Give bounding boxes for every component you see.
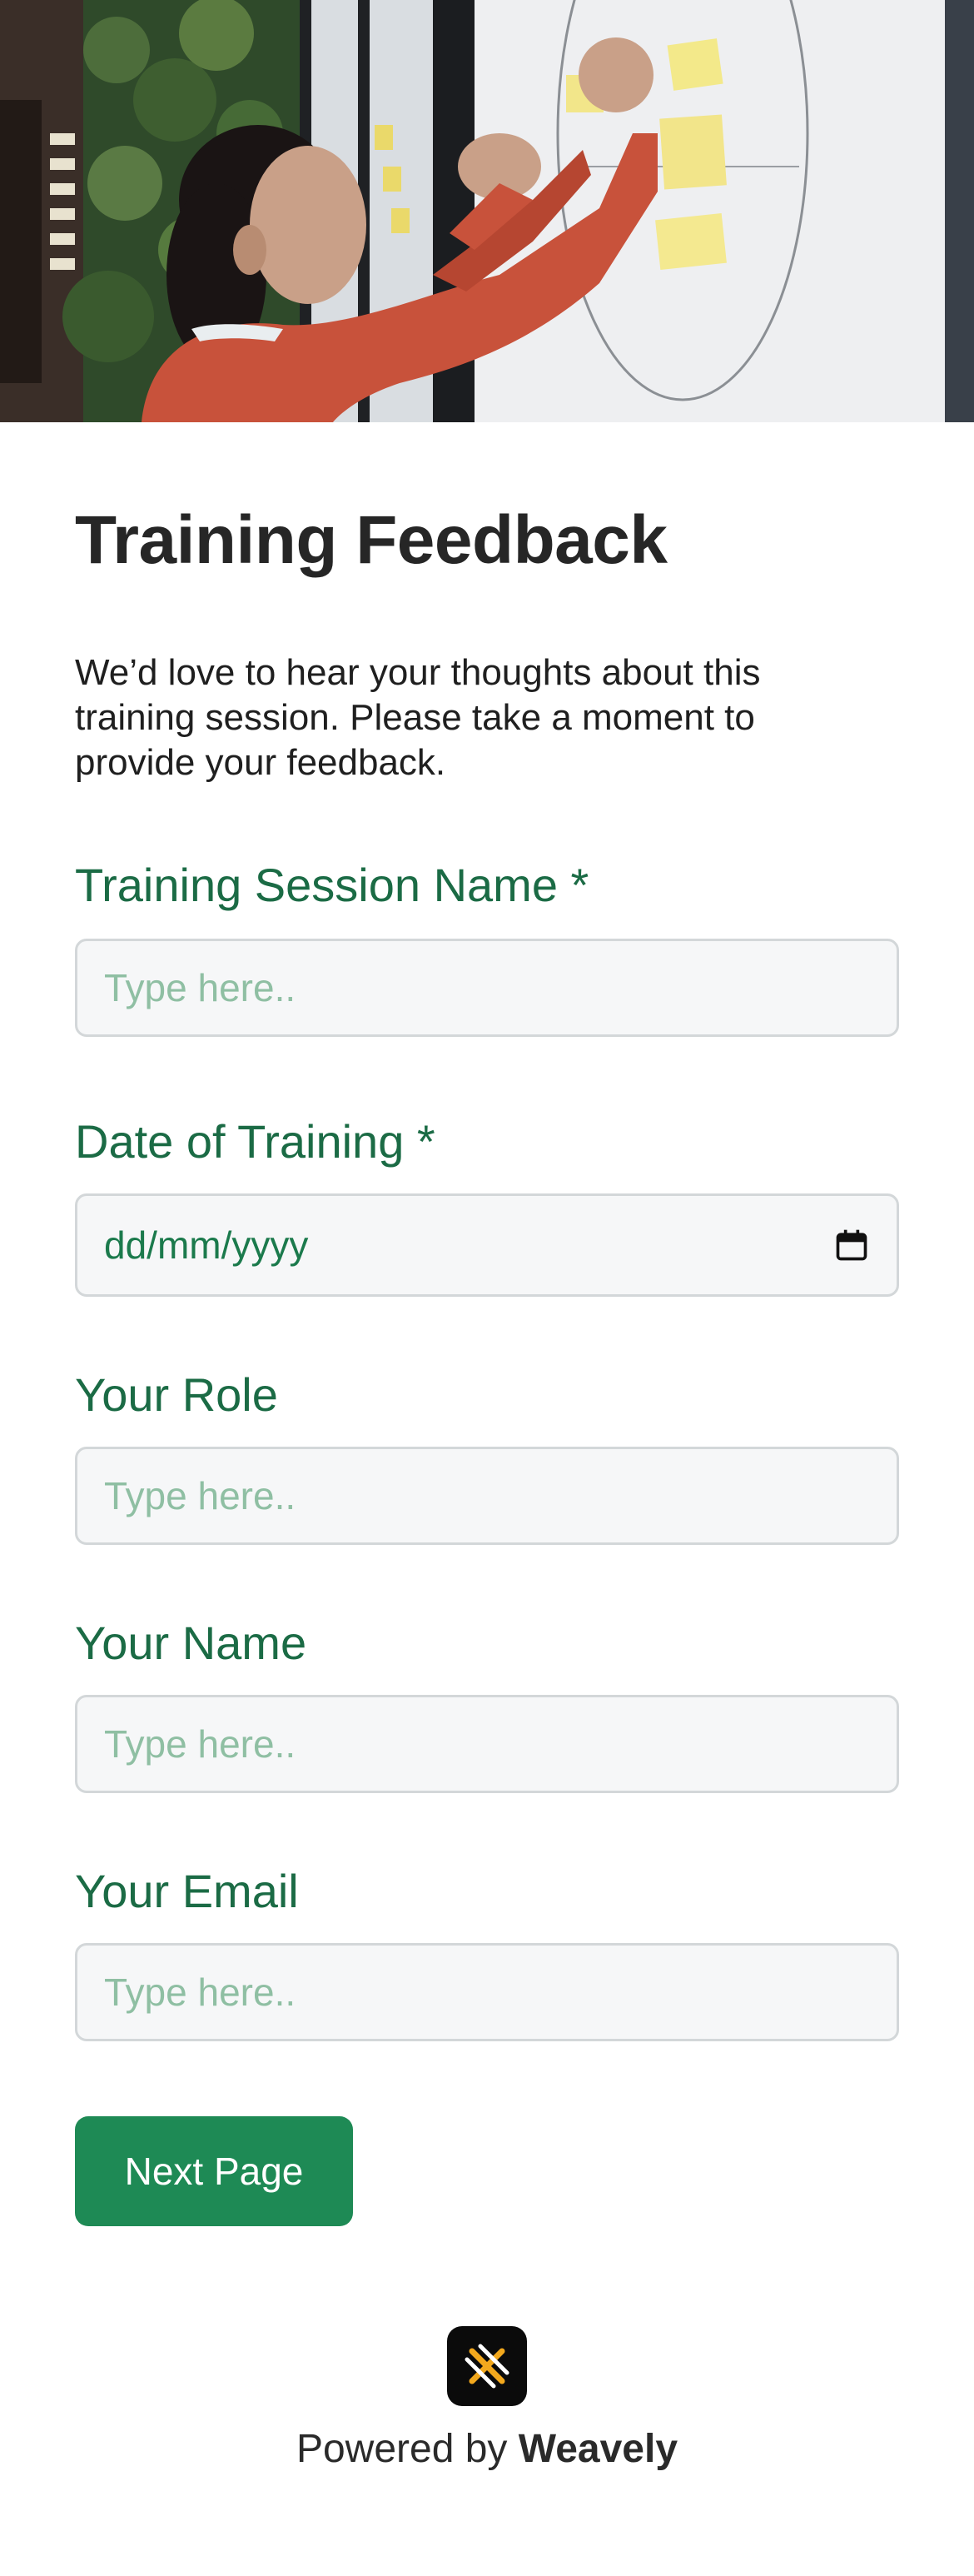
- field-date-of-training: Date of Training * dd/mm/yyyy: [75, 1115, 899, 1297]
- field-your-name: Your Name: [75, 1617, 899, 1793]
- powered-by-text[interactable]: Powered by Weavely: [75, 2426, 899, 2472]
- form-description: We’d love to hear your thoughts about th…: [75, 652, 761, 783]
- your-role-label: Your Role: [75, 1368, 278, 1421]
- footer: Powered by Weavely: [75, 2326, 899, 2472]
- your-email-label: Your Email: [75, 1865, 299, 1917]
- powered-by-prefix: Powered by: [296, 2427, 508, 2471]
- page-title: Training Feedback: [75, 502, 668, 578]
- your-name-label: Your Name: [75, 1617, 307, 1669]
- weavely-brand: Weavely: [518, 2427, 678, 2471]
- field-your-role: Your Role: [75, 1368, 899, 1545]
- next-page-button[interactable]: Next Page: [75, 2116, 353, 2226]
- your-role-input[interactable]: [75, 1447, 899, 1545]
- your-email-input[interactable]: [75, 1943, 899, 2041]
- training-session-name-input[interactable]: [75, 939, 899, 1037]
- date-of-training-input[interactable]: dd/mm/yyyy: [75, 1193, 899, 1297]
- calendar-icon[interactable]: [833, 1227, 870, 1263]
- field-training-session-name: Training Session Name *: [75, 859, 899, 1037]
- training-session-name-label: Training Session Name *: [75, 859, 589, 911]
- hero-image: [0, 0, 974, 422]
- field-your-email: Your Email: [75, 1865, 899, 2041]
- date-of-training-label: Date of Training *: [75, 1115, 435, 1168]
- date-placeholder: dd/mm/yyyy: [104, 1223, 309, 1267]
- weavely-logo-icon[interactable]: [447, 2326, 527, 2406]
- your-name-input[interactable]: [75, 1695, 899, 1793]
